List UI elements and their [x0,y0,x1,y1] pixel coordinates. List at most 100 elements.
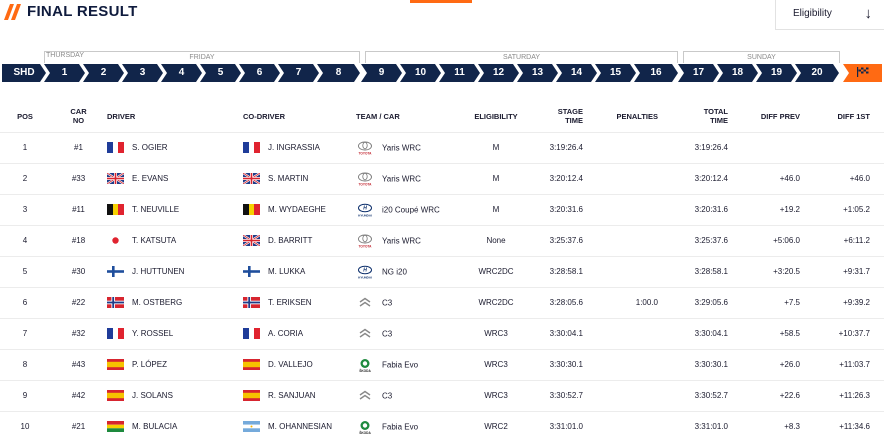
cell-co-driver[interactable]: D. VALLEJO [243,348,356,380]
table-row[interactable]: 5 #30 J. HUTTUNEN M. LUKKA H HYUNDAI NG i20 WRC… [0,255,884,287]
stage-tab-2[interactable]: 2 [83,64,124,82]
table-row[interactable]: 7 #32 Y. ROSSEL A. CORIA C3 WRC3 3:30:04.1 3:30… [0,317,884,349]
cell-total-time: 3:19:26.4 [658,131,728,163]
cell-driver[interactable]: Y. ROSSEL [107,317,243,349]
table-row[interactable]: 8 #43 P. LÓPEZ D. VALLEJO ŠKODA Fabia Evo WRC3… [0,348,884,380]
driver-name[interactable]: J. SOLANS [132,391,173,400]
stage-tab-16[interactable]: 16 [634,64,678,82]
driver-name[interactable]: M. BULACIA [132,422,177,431]
cell-driver[interactable]: E. EVANS [107,162,243,194]
col-driver[interactable]: DRIVER [107,101,243,132]
co-driver-name[interactable]: J. INGRASSIA [268,143,320,152]
driver-name[interactable]: P. LÓPEZ [132,360,167,369]
driver-name[interactable]: E. EVANS [132,174,168,183]
co-driver-name[interactable]: T. ERIKSEN [268,298,312,307]
cell-driver[interactable]: M. OSTBERG [107,286,243,318]
stage-tab-4[interactable]: 4 [161,64,202,82]
cell-driver[interactable]: S. OGIER [107,131,243,163]
co-driver-name[interactable]: M. OHANNESIAN [268,422,332,431]
stage-tab-shd[interactable]: SHD [2,64,46,82]
stage-tab-12[interactable]: 12 [478,64,519,82]
driver-name[interactable]: J. HUTTUNEN [132,267,184,276]
cell-pos: 5 [0,255,50,287]
stage-tab-15[interactable]: 15 [595,64,636,82]
co-driver-name[interactable]: M. LUKKA [268,267,305,276]
table-row[interactable]: 3 #11 T. NEUVILLE M. WYDAEGHE H HYUNDAI i20 Co… [0,193,884,225]
col-car-no[interactable]: CAR NO [50,101,107,132]
cell-car-no: #18 [50,224,107,256]
co-driver-name[interactable]: M. WYDAEGHE [268,205,326,214]
cell-co-driver[interactable]: M. OHANNESIAN [243,410,356,438]
driver-name[interactable]: S. OGIER [132,143,168,152]
cell-team-car: ŠKODA Fabia Evo [356,348,461,380]
cell-driver[interactable]: T. KATSUTA [107,224,243,256]
cell-co-driver[interactable]: D. BARRITT [243,224,356,256]
cell-driver[interactable]: T. NEUVILLE [107,193,243,225]
ar-flag-icon [243,421,260,433]
col-team-car[interactable]: TEAM / CAR [356,101,461,132]
cell-driver[interactable]: M. BULACIA [107,410,243,438]
cell-driver[interactable]: P. LÓPEZ [107,348,243,380]
stage-tab-7[interactable]: 7 [278,64,319,82]
col-pos[interactable]: POS [0,101,50,132]
co-driver-name[interactable]: R. SANJUAN [268,391,316,400]
cell-total-time: 3:20:12.4 [658,162,728,194]
driver-name[interactable]: Y. ROSSEL [132,329,173,338]
cell-co-driver[interactable]: T. ERIKSEN [243,286,356,318]
cell-co-driver[interactable]: J. INGRASSIA [243,131,356,163]
table-row[interactable]: 6 #22 M. OSTBERG T. ERIKSEN C3 WRC2DC 3:28:05.… [0,286,884,318]
cell-driver[interactable]: J. SOLANS [107,379,243,411]
stage-tab-final[interactable] [843,64,882,82]
cell-driver[interactable]: J. HUTTUNEN [107,255,243,287]
stage-tab-11[interactable]: 11 [439,64,480,82]
stage-tab-13[interactable]: 13 [517,64,558,82]
cell-total-time: 3:30:52.7 [658,379,728,411]
stage-tab-14[interactable]: 14 [556,64,597,82]
stage-tab-1[interactable]: 1 [44,64,85,82]
table-row[interactable]: 2 #33 E. EVANS S. MARTIN TOYOTA Yaris WRC M 3:2… [0,162,884,194]
stage-tab-6[interactable]: 6 [239,64,280,82]
driver-name[interactable]: T. NEUVILLE [132,205,179,214]
col-diff-1st[interactable]: DIFF 1ST [800,101,884,132]
cell-co-driver[interactable]: R. SANJUAN [243,379,356,411]
table-row[interactable]: 10 #21 M. BULACIA M. OHANNESIAN ŠKODA Fabia E… [0,410,884,438]
col-diff-prev[interactable]: DIFF PREV [728,101,800,132]
table-row[interactable]: 4 #18 T. KATSUTA D. BARRITT TOYOTA Yaris WRC N… [0,224,884,256]
stage-tab-5[interactable]: 5 [200,64,241,82]
col-total-time[interactable]: TOTAL TIME [658,101,728,132]
svg-text:TOYOTA: TOYOTA [359,151,373,155]
table-row[interactable]: 9 #42 J. SOLANS R. SANJUAN C3 WRC3 3:30:52.7 3:… [0,379,884,411]
stage-tab-20[interactable]: 20 [795,64,839,82]
col-co-driver[interactable]: CO-DRIVER [243,101,356,132]
stage-tab-19[interactable]: 19 [756,64,797,82]
cell-stage-time: 3:20:12.4 [531,162,583,194]
stage-tab-8[interactable]: 8 [317,64,360,82]
stage-tab-17[interactable]: 17 [678,64,719,82]
toyota-logo-icon: TOYOTA [358,234,372,248]
svg-text:ŠKODA: ŠKODA [359,367,371,371]
cell-co-driver[interactable]: S. MARTIN [243,162,356,194]
citroen-logo-icon [359,297,371,307]
co-driver-name[interactable]: A. CORIA [268,329,303,338]
col-eligibility[interactable]: ELIGIBILITY [461,101,531,132]
stage-tab-10[interactable]: 10 [400,64,441,82]
driver-name[interactable]: T. KATSUTA [132,236,176,245]
arrow-down-icon[interactable]: ↓ [865,6,873,21]
stage-tab-9[interactable]: 9 [361,64,402,82]
table-row[interactable]: 1 #1 S. OGIER J. INGRASSIA TOYOTA Yaris WRC M 3… [0,131,884,163]
cell-co-driver[interactable]: A. CORIA [243,317,356,349]
car-model: Fabia Evo [382,422,419,432]
cell-diff-prev: +46.0 [728,162,800,194]
co-driver-name[interactable]: S. MARTIN [268,174,308,183]
eligibility-dropdown[interactable]: Eligibility ↓ [775,0,884,30]
col-penalties[interactable]: PENALTIES [583,101,658,132]
col-stage-time[interactable]: STAGE TIME [531,101,583,132]
co-driver-name[interactable]: D. BARRITT [268,236,312,245]
cell-co-driver[interactable]: M. WYDAEGHE [243,193,356,225]
stage-tab-3[interactable]: 3 [122,64,163,82]
cell-co-driver[interactable]: M. LUKKA [243,255,356,287]
fr-flag-icon [243,328,260,339]
co-driver-name[interactable]: D. VALLEJO [268,360,313,369]
stage-tab-18[interactable]: 18 [717,64,758,82]
driver-name[interactable]: M. OSTBERG [132,298,182,307]
